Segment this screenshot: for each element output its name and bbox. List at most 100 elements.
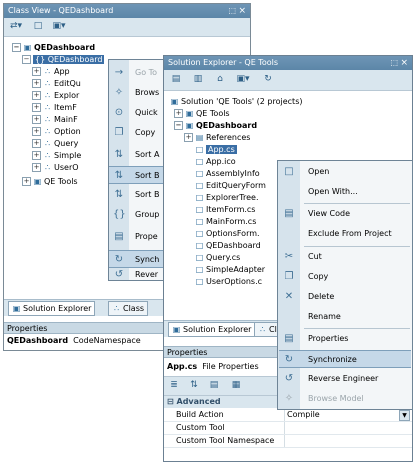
tree-node-file[interactable]: □ AssemblyInfo (195, 168, 260, 179)
tree-node-class[interactable]: + ∴ App (32, 66, 70, 77)
tree-node-file[interactable]: □ ItemForm.cs (195, 204, 256, 215)
expand-icon[interactable]: + (184, 133, 193, 142)
tree-node-namespace[interactable]: −{} QEDashboard (22, 54, 105, 65)
expand-icon[interactable]: + (174, 109, 183, 118)
sync-icon[interactable]: ↻ (262, 74, 274, 85)
refresh-icon[interactable]: ▥ (192, 74, 204, 85)
menu-item-synchronize[interactable]: ↻ Synchronize (279, 350, 411, 368)
expand-icon[interactable]: + (32, 67, 41, 76)
properties-object-name: App.cs (167, 362, 198, 371)
file-icon: □ (195, 157, 204, 166)
collapse-icon[interactable]: − (22, 55, 31, 64)
tree-node-class[interactable]: + ∴ EditQu (32, 78, 81, 89)
tree-node-file[interactable]: □ App.ico (195, 156, 236, 167)
menu-item-open-with[interactable]: Open With... (278, 183, 412, 201)
namespace-label: {} QEDashboard (33, 55, 105, 64)
menu-item-cut[interactable]: ✂ Cut (278, 248, 412, 266)
property-pages-icon[interactable]: ▦ (230, 380, 242, 391)
home-icon[interactable]: ⌂ (214, 74, 226, 85)
show-all-files-icon[interactable]: ▤ (170, 74, 182, 85)
tree-node-file[interactable]: □ Query.cs (195, 252, 241, 263)
tree-node-file[interactable]: □ EditQueryForm (195, 180, 266, 191)
tree-node-file[interactable]: □ QEDashboard (195, 240, 261, 251)
project-icon: ▣ (23, 43, 32, 52)
expand-icon[interactable]: + (32, 151, 41, 160)
collapse-icon[interactable]: − (12, 43, 21, 52)
expand-icon[interactable]: + (22, 177, 31, 186)
menu-item-exclude-from-project[interactable]: Exclude From Project (278, 225, 412, 243)
properties-object-selector[interactable]: QEDashboard CodeNamespace (7, 336, 141, 345)
properties-icon[interactable]: ▤ (208, 380, 220, 391)
menu-item-open[interactable]: □ Open (278, 163, 412, 181)
find-icon: ⊙ (114, 107, 124, 118)
collapse-icon[interactable]: − (174, 121, 183, 130)
tree-node-file[interactable]: □ ExplorerTree. (195, 192, 259, 203)
reverse-engineer-icon: ↺ (284, 373, 294, 384)
new-folder-icon[interactable]: □ (32, 21, 44, 32)
property-row-build-action[interactable]: Build Action Compile ▼ (164, 409, 412, 422)
class-view-icon: ∴ (113, 304, 120, 313)
view-class-diagram-icon[interactable]: ▣▾ (234, 74, 252, 85)
tree-node-file[interactable]: □ SimpleAdapter (195, 264, 265, 275)
pin-icon[interactable]: ⬚ (390, 56, 398, 70)
tree-node-file[interactable]: □ UserOptions.c (195, 276, 262, 287)
copy-icon: ❐ (114, 127, 124, 138)
expand-icon[interactable]: + (32, 127, 41, 136)
tree-node-class[interactable]: + ∴ UserO (32, 162, 79, 173)
expand-icon[interactable]: + (32, 115, 41, 124)
menu-item-delete[interactable]: ✕ Delete (278, 288, 412, 306)
properties-object-name: QEDashboard (7, 336, 69, 345)
build-action-value[interactable]: Compile (287, 409, 320, 421)
tree-node-class[interactable]: + ∴ Explor (32, 90, 79, 101)
tree-node-project[interactable]: − ▣ QEDashboard (174, 120, 257, 131)
menu-item-browse-model[interactable]: ✧ Browse Model (278, 390, 412, 408)
alphabetical-icon[interactable]: ⇅ (188, 380, 200, 391)
tree-node-class[interactable]: + ∴ Query (32, 138, 78, 149)
solution-icon: ▣ (172, 325, 181, 334)
tree-node-project[interactable]: − ▣ QEDashboard (12, 42, 95, 53)
sort-icon[interactable]: ⇄▾ (8, 21, 24, 32)
expand-icon[interactable]: + (32, 79, 41, 88)
expand-icon[interactable]: + (32, 103, 41, 112)
pin-icon[interactable]: ⬚ (228, 4, 236, 18)
properties-object-selector[interactable]: App.cs File Properties (167, 362, 259, 371)
class-view-icon: ∴ (259, 325, 266, 334)
class-icon: ∴ (44, 67, 51, 76)
tree-node-file[interactable]: □ App.cs (195, 144, 237, 155)
tree-node-project[interactable]: + ▣ QE Tools (22, 176, 78, 187)
expand-icon[interactable]: + (32, 91, 41, 100)
menu-item-rename[interactable]: Rename (278, 308, 412, 326)
tree-node-class[interactable]: + ∴ MainF (32, 114, 78, 125)
view-options-icon[interactable]: ▣▾ (50, 21, 68, 32)
properties-icon: ▤ (114, 231, 124, 242)
menu-item-reverse-engineer[interactable]: ↺ Reverse Engineer (278, 370, 412, 388)
tree-node-class[interactable]: + ∴ Option (32, 126, 81, 137)
property-row-custom-tool[interactable]: Custom Tool (164, 422, 412, 435)
expand-icon[interactable]: + (32, 163, 41, 172)
close-icon[interactable]: × (238, 4, 246, 18)
tree-node-file[interactable]: □ OptionsForm. (195, 228, 260, 239)
class-icon: ∴ (44, 151, 51, 160)
expand-icon[interactable]: + (32, 139, 41, 148)
tree-node-class[interactable]: + ∴ ItemF (32, 102, 77, 113)
menu-item-properties[interactable]: ▤ Properties (278, 330, 412, 348)
tree-node-solution[interactable]: ▣ Solution 'QE Tools' (2 projects) (170, 96, 303, 107)
class-icon: ∴ (44, 79, 51, 88)
tab-solution-explorer[interactable]: ▣ Solution Explorer (8, 301, 96, 316)
close-icon[interactable]: × (400, 56, 408, 70)
project-icon: ▣ (185, 121, 194, 130)
solution-explorer-toolbar: ▤ ▥ ⌂ ▣▾ ↻ (164, 70, 412, 91)
dropdown-arrow-icon[interactable]: ▼ (399, 410, 410, 421)
tree-node-file[interactable]: □ MainForm.cs (195, 216, 257, 227)
property-row-custom-tool-namespace[interactable]: Custom Tool Namespace (164, 435, 412, 448)
tab-solution-explorer[interactable]: ▣ Solution Explorer (168, 322, 256, 337)
categorized-icon[interactable]: ≣ (168, 380, 180, 391)
tree-node-class[interactable]: + ∴ Simple (32, 150, 81, 161)
menu-item-view-code[interactable]: ▤ View Code (278, 205, 412, 223)
tree-node-project[interactable]: + ▣ QE Tools (174, 108, 230, 119)
menu-item-copy[interactable]: ❐ Copy (278, 268, 412, 286)
properties-object-type: File Properties (202, 362, 259, 371)
tab-class-view[interactable]: ∴ Class (108, 301, 149, 316)
tree-node-references[interactable]: + ▤ References (184, 132, 250, 143)
class-icon: ∴ (44, 163, 51, 172)
